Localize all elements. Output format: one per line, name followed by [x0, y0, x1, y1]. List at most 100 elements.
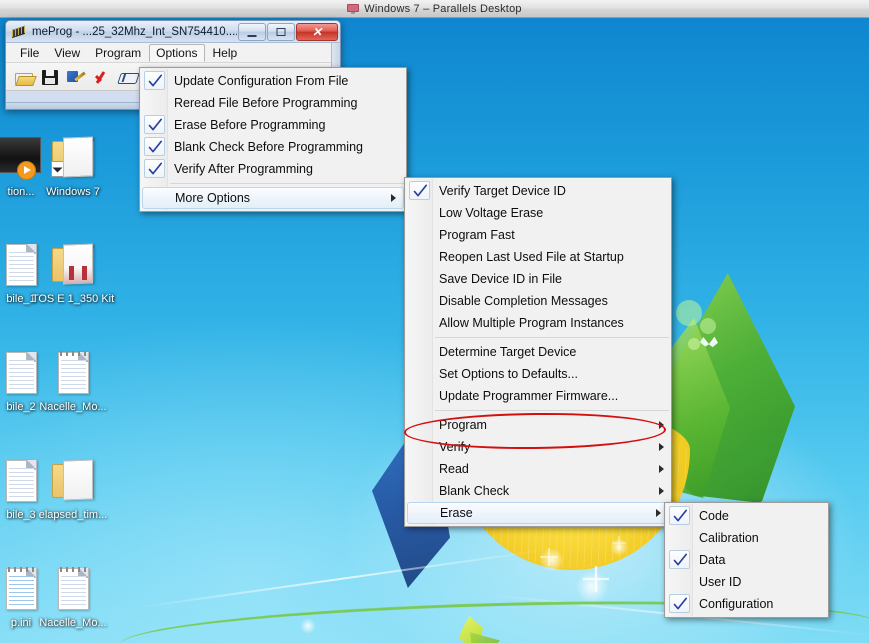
wallpaper-glow: [300, 618, 316, 634]
checkmark-icon: [144, 71, 165, 90]
menu-item-low-voltage-erase[interactable]: Low Voltage Erase: [405, 202, 671, 224]
wallpaper-green-leaf: [655, 273, 795, 503]
wallpaper-glow: [610, 538, 628, 556]
erase-submenu[interactable]: Code Calibration Data User ID Configuration: [664, 502, 829, 618]
menu-item-read[interactable]: Read: [405, 458, 671, 480]
save-file-icon[interactable]: [40, 67, 60, 87]
wallpaper-glow: [540, 548, 564, 572]
wallpaper-glow: [575, 570, 609, 604]
open-file-icon[interactable]: [14, 67, 34, 87]
wallpaper-dot: [676, 300, 702, 326]
menu-item-data[interactable]: Data: [665, 549, 828, 571]
menu-item-program-fast[interactable]: Program Fast: [405, 224, 671, 246]
menu-separator: [435, 410, 669, 411]
menu-item-label: Allow Multiple Program Instances: [439, 316, 624, 330]
window-controls: ✕: [237, 22, 338, 41]
menu-item-configuration[interactable]: Configuration: [665, 593, 828, 615]
menubar-item-help[interactable]: Help: [206, 44, 245, 62]
erase-device-icon[interactable]: [118, 67, 138, 87]
menu-item-verify-target-device-id[interactable]: Verify Target Device ID: [405, 180, 671, 202]
desktop-icon[interactable]: TOS E 1_350 Kit: [30, 240, 116, 306]
submenu-arrow-icon: [659, 487, 664, 495]
desktop-icon[interactable]: Nacelle_Mo...: [30, 564, 116, 630]
menubar-item-options[interactable]: Options: [149, 43, 205, 62]
menu-item-more-options[interactable]: More Options: [142, 187, 404, 209]
menu-item-reopen-last-used-file-at-startup[interactable]: Reopen Last Used File at Startup: [405, 246, 671, 268]
checkmark-icon: [409, 181, 430, 200]
menu-item-label: Code: [699, 509, 729, 523]
menu-item-label: Erase Before Programming: [174, 118, 326, 132]
parallels-title-group: Windows 7 – Parallels Desktop: [347, 3, 522, 15]
meprog-menu-bar[interactable]: File View Program Options Help: [6, 43, 340, 63]
menu-separator: [170, 183, 404, 184]
desktop-icon[interactable]: Windows 7: [30, 133, 116, 199]
menu-item-calibration[interactable]: Calibration: [665, 527, 828, 549]
menu-item-verify-after-programming[interactable]: Verify After Programming: [140, 158, 406, 180]
submenu-arrow-icon: [659, 443, 664, 451]
chip-icon: [11, 25, 27, 39]
menu-item-label: Erase: [440, 506, 473, 520]
wallpaper-bud: [458, 616, 484, 643]
minimize-button[interactable]: [238, 22, 266, 41]
desktop-icon-label: Windows 7: [46, 186, 100, 198]
menu-item-user-id[interactable]: User ID: [665, 571, 828, 593]
wallpaper-bud-leaf: [470, 632, 500, 643]
desktop-icon-label: Nacelle_Mo...: [39, 617, 107, 629]
desktop-icon[interactable]: elapsed_tim...: [30, 456, 116, 522]
more-options-menu[interactable]: Verify Target Device ID Low Voltage Erase…: [404, 177, 672, 527]
menu-item-blank-check-before-programming[interactable]: Blank Check Before Programming: [140, 136, 406, 158]
menu-item-update-configuration-from-file[interactable]: Update Configuration From File: [140, 70, 406, 92]
checkmark-icon: [669, 506, 690, 525]
menu-item-label: Save Device ID in File: [439, 272, 562, 286]
wallpaper-butterfly: [700, 336, 718, 348]
menu-item-program[interactable]: Program: [405, 414, 671, 436]
menu-item-label: Blank Check: [439, 484, 510, 498]
menu-item-label: Update Configuration From File: [174, 74, 349, 88]
menu-item-code[interactable]: Code: [665, 505, 828, 527]
monitor-icon: [347, 3, 360, 14]
menu-item-label: Verify After Programming: [174, 162, 313, 176]
menu-item-save-device-id-in-file[interactable]: Save Device ID in File: [405, 268, 671, 290]
maximize-button[interactable]: [267, 22, 295, 41]
desktop-icon-label: Nacelle_Mo...: [39, 401, 107, 413]
menu-item-label: Verify Target Device ID: [439, 184, 566, 198]
menu-item-determine-target-device[interactable]: Determine Target Device: [405, 341, 671, 363]
wallpaper-dot: [700, 318, 716, 334]
checkmark-icon: [144, 137, 165, 156]
verify-device-icon[interactable]: [92, 67, 112, 87]
menu-item-label: Low Voltage Erase: [439, 206, 544, 220]
desktop-icon-label: TOS E 1_350 Kit: [31, 293, 115, 305]
menu-item-erase[interactable]: Erase: [407, 502, 669, 524]
checkmark-icon: [144, 159, 165, 178]
parallels-title-bar: Windows 7 – Parallels Desktop: [0, 0, 869, 18]
menubar-item-view[interactable]: View: [47, 44, 87, 62]
screen: Windows 7 – Parallels Desktop tion... Win…: [0, 0, 869, 643]
desktop-icon[interactable]: Nacelle_Mo...: [30, 348, 116, 414]
menu-item-allow-multiple-program-instances[interactable]: Allow Multiple Program Instances: [405, 312, 671, 334]
menu-item-label: Program: [439, 418, 487, 432]
menu-item-label: Disable Completion Messages: [439, 294, 608, 308]
options-menu[interactable]: Update Configuration From File Reread Fil…: [139, 67, 407, 212]
menu-item-verify[interactable]: Verify: [405, 436, 671, 458]
meprog-window-title: meProg - ...25_32Mhz_Int_SN754410....: [32, 25, 237, 38]
program-device-icon[interactable]: [66, 67, 86, 87]
menu-item-erase-before-programming[interactable]: Erase Before Programming: [140, 114, 406, 136]
submenu-arrow-icon: [391, 194, 396, 202]
meprog-title-bar[interactable]: meProg - ...25_32Mhz_Int_SN754410.... ✕: [6, 21, 340, 43]
menu-item-label: Determine Target Device: [439, 345, 577, 359]
menubar-item-program[interactable]: Program: [88, 44, 148, 62]
menu-item-update-programmer-firmware[interactable]: Update Programmer Firmware...: [405, 385, 671, 407]
menu-item-set-options-to-defaults[interactable]: Set Options to Defaults...: [405, 363, 671, 385]
menu-item-label: Read: [439, 462, 469, 476]
checkmark-icon: [669, 594, 690, 613]
menu-item-label: Reopen Last Used File at Startup: [439, 250, 624, 264]
menu-item-disable-completion-messages[interactable]: Disable Completion Messages: [405, 290, 671, 312]
close-button[interactable]: ✕: [296, 22, 338, 41]
menu-separator: [435, 337, 669, 338]
submenu-arrow-icon: [659, 465, 664, 473]
close-icon: ✕: [311, 24, 323, 39]
wallpaper-sparkle: [583, 566, 609, 592]
menu-item-blank-check[interactable]: Blank Check: [405, 480, 671, 502]
menu-item-reread-file-before-programming[interactable]: Reread File Before Programming: [140, 92, 406, 114]
menubar-item-file[interactable]: File: [13, 44, 46, 62]
